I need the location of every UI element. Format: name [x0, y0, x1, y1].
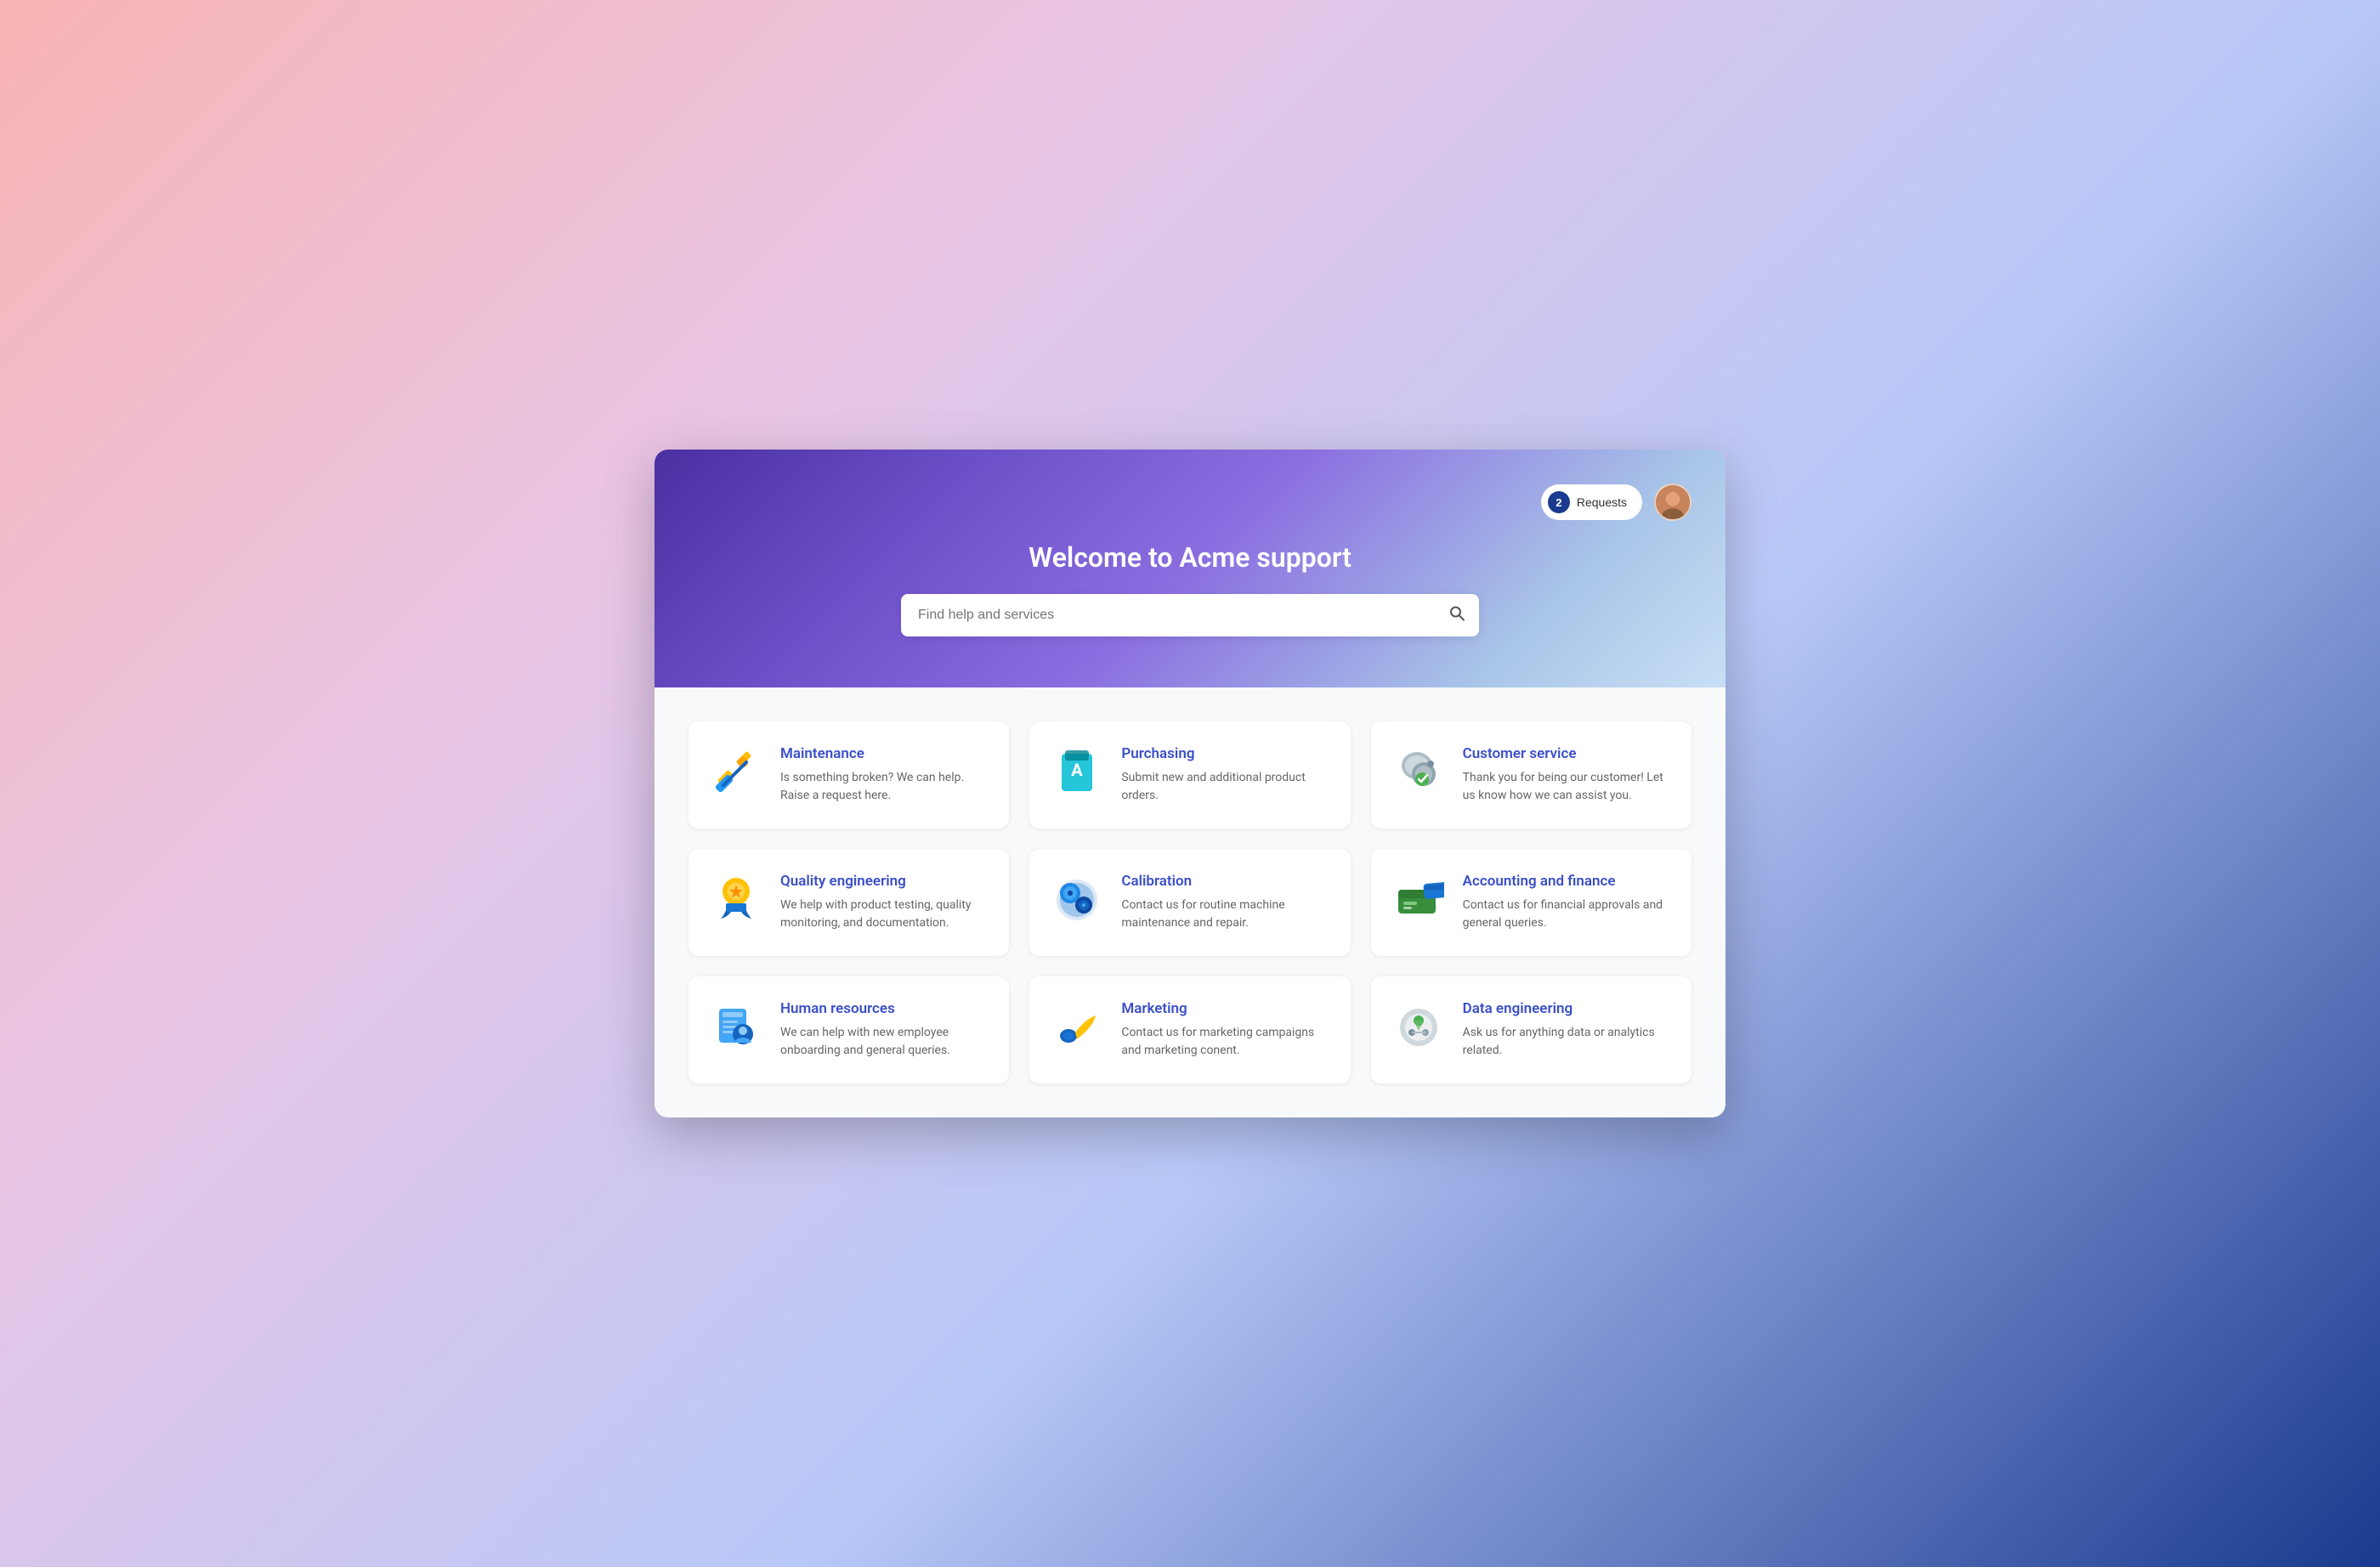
card-title-human-resources: Human resources [780, 1000, 989, 1017]
card-title-accounting-finance: Accounting and finance [1463, 873, 1671, 890]
card-icon-accounting-finance [1391, 873, 1446, 927]
requests-button[interactable]: 2 Requests [1541, 484, 1642, 520]
card-icon-maintenance [709, 745, 763, 800]
card-content-human-resources: Human resources We can help with new emp… [780, 1000, 989, 1060]
card-data-engineering[interactable]: Data engineering Ask us for anything dat… [1371, 976, 1692, 1083]
app-window: 2 Requests Welcome to Acme support [654, 450, 1726, 1117]
card-desc-calibration: Contact us for routine machine maintenan… [1121, 897, 1329, 932]
card-desc-maintenance: Is something broken? We can help. Raise … [780, 769, 989, 805]
card-icon-quality-engineering [709, 873, 763, 927]
card-title-customer-service: Customer service [1463, 745, 1671, 762]
avatar[interactable] [1654, 484, 1692, 521]
card-icon-data-engineering [1391, 1000, 1446, 1055]
card-quality-engineering[interactable]: Quality engineering We help with product… [688, 849, 1009, 956]
svg-text:A: A [1072, 760, 1084, 780]
hero-nav: 2 Requests [688, 484, 1692, 521]
card-title-calibration: Calibration [1121, 873, 1329, 890]
card-icon-purchasing: A [1050, 745, 1104, 800]
card-title-marketing: Marketing [1121, 1000, 1329, 1017]
card-desc-purchasing: Submit new and additional product orders… [1121, 769, 1329, 805]
card-icon-customer-service [1391, 745, 1446, 800]
card-content-customer-service: Customer service Thank you for being our… [1463, 745, 1671, 805]
search-button[interactable] [1448, 605, 1465, 626]
search-icon [1448, 605, 1465, 622]
card-content-data-engineering: Data engineering Ask us for anything dat… [1463, 1000, 1671, 1060]
main-content: Maintenance Is something broken? We can … [654, 687, 1726, 1117]
card-desc-accounting-finance: Contact us for financial approvals and g… [1463, 897, 1671, 932]
card-content-maintenance: Maintenance Is something broken? We can … [780, 745, 989, 805]
search-container [901, 594, 1479, 636]
card-desc-marketing: Contact us for marketing campaigns and m… [1121, 1024, 1329, 1060]
card-icon-marketing [1050, 1000, 1104, 1055]
card-desc-customer-service: Thank you for being our customer! Let us… [1463, 769, 1671, 805]
card-marketing[interactable]: Marketing Contact us for marketing campa… [1029, 976, 1350, 1083]
card-desc-human-resources: We can help with new employee onboarding… [780, 1024, 989, 1060]
requests-badge: 2 [1548, 491, 1570, 513]
card-content-calibration: Calibration Contact us for routine machi… [1121, 873, 1329, 932]
card-icon-human-resources [709, 1000, 763, 1055]
card-title-maintenance: Maintenance [780, 745, 989, 762]
card-content-purchasing: Purchasing Submit new and additional pro… [1121, 745, 1329, 805]
card-desc-quality-engineering: We help with product testing, quality mo… [780, 897, 989, 932]
card-purchasing[interactable]: A Purchasing Submit new and additional p… [1029, 721, 1350, 829]
card-title-purchasing: Purchasing [1121, 745, 1329, 762]
card-desc-data-engineering: Ask us for anything data or analytics re… [1463, 1024, 1671, 1060]
card-content-quality-engineering: Quality engineering We help with product… [780, 873, 989, 932]
card-accounting-finance[interactable]: Accounting and finance Contact us for fi… [1371, 849, 1692, 956]
card-human-resources[interactable]: Human resources We can help with new emp… [688, 976, 1009, 1083]
card-calibration[interactable]: Calibration Contact us for routine machi… [1029, 849, 1350, 956]
hero-section: 2 Requests Welcome to Acme support [654, 450, 1726, 687]
card-title-quality-engineering: Quality engineering [780, 873, 989, 890]
card-icon-calibration [1050, 873, 1104, 927]
card-content-marketing: Marketing Contact us for marketing campa… [1121, 1000, 1329, 1060]
card-customer-service[interactable]: Customer service Thank you for being our… [1371, 721, 1692, 829]
page-title: Welcome to Acme support [688, 541, 1692, 574]
card-title-data-engineering: Data engineering [1463, 1000, 1671, 1017]
card-maintenance[interactable]: Maintenance Is something broken? We can … [688, 721, 1009, 829]
requests-label: Requests [1577, 495, 1627, 509]
card-content-accounting-finance: Accounting and finance Contact us for fi… [1463, 873, 1671, 932]
search-input[interactable] [901, 594, 1479, 636]
cards-grid: Maintenance Is something broken? We can … [688, 721, 1692, 1083]
